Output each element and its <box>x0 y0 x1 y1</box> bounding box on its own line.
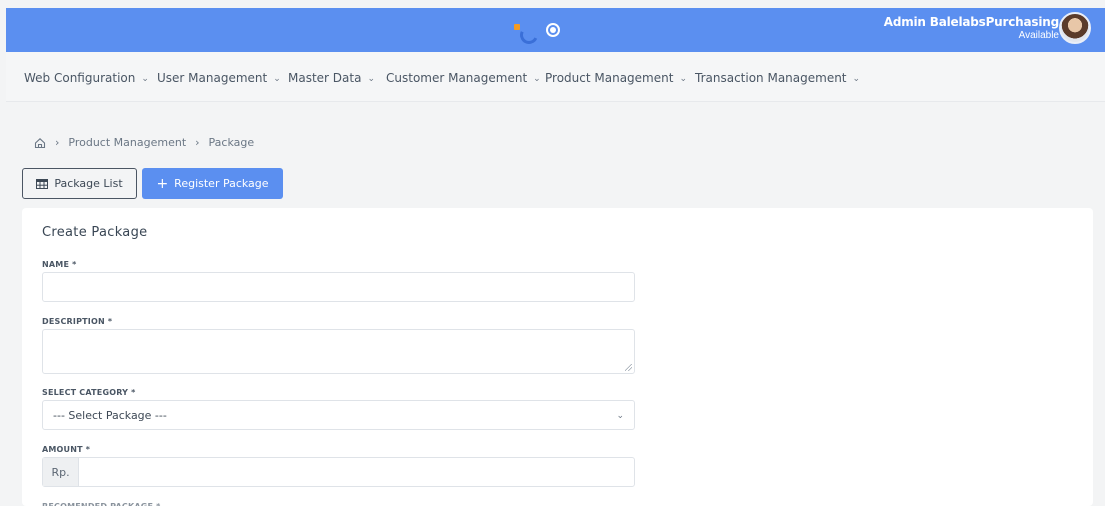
nav-label: Web Configuration <box>24 71 136 85</box>
nav-master-data[interactable]: Master Data ⌄ <box>288 71 375 85</box>
nav-user-management[interactable]: User Management ⌄ <box>157 71 281 85</box>
nav-customer-management[interactable]: Customer Management ⌄ <box>386 71 541 85</box>
plus-icon: + <box>156 175 169 192</box>
register-package-button[interactable]: + Register Package <box>142 168 283 199</box>
chevron-down-icon: ⌄ <box>679 74 687 84</box>
nav-product-management[interactable]: Product Management ⌄ <box>545 71 687 85</box>
nav-label: User Management <box>157 71 268 85</box>
nav-label: Product Management <box>545 71 674 85</box>
name-label: NAME * <box>42 260 77 269</box>
description-label: DESCRIPTION * <box>42 317 113 326</box>
breadcrumb: › Product Management › Package <box>34 136 254 149</box>
user-info[interactable]: Admin BalelabsPurchasing Available <box>884 15 1059 41</box>
amount-input[interactable]: Rp. <box>42 457 635 487</box>
main-nav: Web Configuration ⌄ User Management ⌄ Mast… <box>6 52 1105 102</box>
chevron-down-icon: ⌄ <box>273 74 281 84</box>
brand-logo[interactable] <box>514 20 560 47</box>
chevron-down-icon: ⌄ <box>616 410 624 420</box>
chevron-down-icon: ⌄ <box>852 74 861 84</box>
avatar[interactable] <box>1059 12 1091 44</box>
category-selected-value: --- Select Package --- <box>53 409 167 422</box>
logo-square-icon <box>514 24 520 30</box>
create-package-card: Create Package NAME * DESCRIPTION * SELE… <box>22 208 1093 506</box>
category-select[interactable]: --- Select Package --- ⌄ <box>42 400 635 430</box>
name-input[interactable] <box>42 272 635 302</box>
card-title: Create Package <box>42 225 148 240</box>
package-list-label: Package List <box>54 177 123 190</box>
breadcrumb-separator: › <box>55 136 60 149</box>
nav-label: Transaction Management <box>695 71 847 85</box>
recommended-package-label: RECOMENDED PACKAGE * <box>42 502 161 506</box>
description-textarea[interactable] <box>42 329 635 374</box>
nav-web-configuration[interactable]: Web Configuration ⌄ <box>24 71 149 85</box>
chevron-down-icon: ⌄ <box>533 74 541 84</box>
table-icon <box>36 178 49 189</box>
user-status: Available <box>1018 30 1059 41</box>
breadcrumb-item-package: Package <box>208 136 255 149</box>
chevron-down-icon: ⌄ <box>367 74 375 84</box>
resize-handle-icon[interactable] <box>625 364 632 371</box>
user-name: Admin BalelabsPurchasing <box>883 15 1059 29</box>
home-icon[interactable] <box>34 137 46 149</box>
breadcrumb-item-product-management[interactable]: Product Management <box>68 136 186 149</box>
breadcrumb-separator: › <box>195 136 200 149</box>
nav-transaction-management[interactable]: Transaction Management ⌄ <box>695 71 860 85</box>
top-header-bar: Admin BalelabsPurchasing Available <box>6 8 1105 52</box>
target-icon <box>546 23 560 37</box>
package-list-button[interactable]: Package List <box>22 168 137 199</box>
nav-label: Master Data <box>288 71 362 85</box>
amount-label: AMOUNT * <box>42 445 91 454</box>
chevron-down-icon: ⌄ <box>141 74 149 84</box>
currency-prefix: Rp. <box>43 458 79 486</box>
register-package-label: Register Package <box>174 177 269 190</box>
nav-label: Customer Management <box>386 71 528 85</box>
logo-arc-icon <box>517 23 541 47</box>
category-label: SELECT CATEGORY * <box>42 388 136 397</box>
